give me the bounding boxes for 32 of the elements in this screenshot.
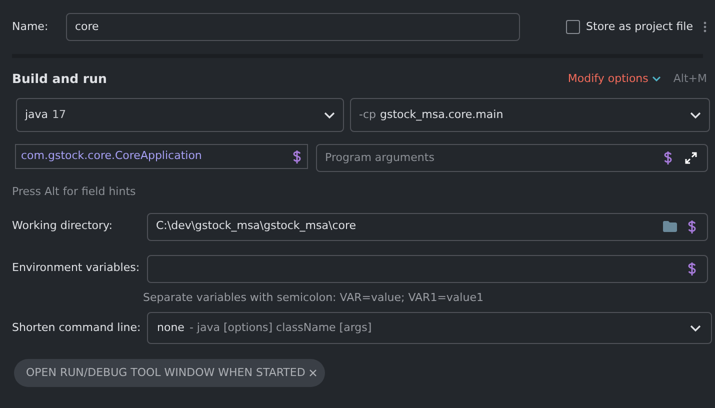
environment-variables-label: Environment variables:	[12, 260, 141, 276]
dollar-icon[interactable]	[687, 262, 697, 276]
folder-icon[interactable]	[663, 221, 677, 232]
store-as-project-file-checkbox[interactable]: Store as project file	[566, 18, 693, 36]
expand-icon[interactable]	[685, 152, 697, 164]
close-icon[interactable]	[309, 369, 318, 377]
program-arguments-field[interactable]: Program arguments	[316, 144, 708, 172]
classpath-select[interactable]: -cp gstock_msa.core.main	[350, 98, 710, 132]
dollar-icon[interactable]	[292, 150, 302, 164]
section-title: Build and run	[12, 70, 107, 88]
dollar-icon[interactable]	[687, 220, 697, 234]
chevron-down-icon	[652, 76, 662, 82]
working-directory-field[interactable]: C:\dev\gstock_msa\gstock_msa\core	[147, 212, 708, 240]
chevron-down-icon	[690, 324, 701, 332]
working-directory-label: Working directory:	[12, 218, 114, 234]
name-field[interactable]: core	[66, 13, 520, 41]
dollar-icon[interactable]	[663, 151, 673, 165]
name-label: Name:	[12, 18, 50, 35]
modify-options-link[interactable]: Modify options	[568, 70, 662, 88]
field-hint: Press Alt for field hints	[11, 184, 137, 200]
shorten-command-line-label: Shorten command line:	[12, 320, 142, 336]
program-arguments-input[interactable]: Program arguments	[325, 150, 651, 166]
environment-variables-hint: Separate variables with semicolon: VAR=value; VAR1=value1	[142, 290, 484, 306]
chevron-down-icon	[324, 112, 335, 118]
option-tag[interactable]: OPEN RUN/DEBUG TOOL WINDOW WHEN STARTED	[14, 359, 326, 387]
shortcut-hint: Alt+M	[673, 70, 707, 87]
jre-select[interactable]: java 17	[16, 98, 344, 132]
shorten-command-line-select[interactable]: none - java [options] className [args]	[147, 312, 712, 344]
main-class-field[interactable]: com.gstock.core.CoreApplication	[15, 144, 308, 169]
chevron-down-icon	[690, 112, 701, 118]
more-options-icon[interactable]	[703, 21, 707, 33]
environment-variables-field[interactable]	[147, 254, 708, 282]
